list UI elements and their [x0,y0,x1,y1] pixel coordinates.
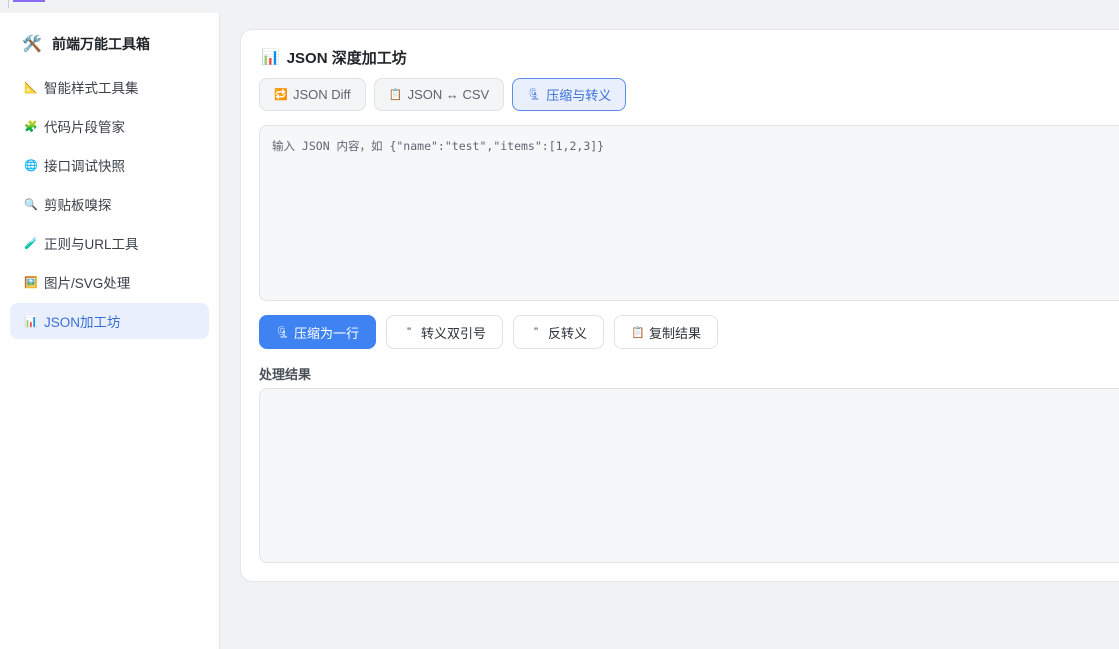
clamp-icon: 🗜 [527,89,542,101]
tab-json-csv[interactable]: 📋 JSON ↔ CSV [373,78,505,111]
page-title-text: JSON 深度加工坊 [286,49,407,67]
tab-label: JSON ↔ CSV [407,87,490,102]
app-title: 前端万能工具箱 [52,36,150,52]
sidebar-item-label: JSON加工坊 [44,315,121,330]
bar-chart-icon: 📊 [261,49,280,66]
active-window-indicator [13,0,45,2]
sidebar-item-image-svg[interactable]: 🖼️ 图片/SVG处理 [10,264,209,300]
button-label: 转义双引号 [421,325,487,341]
sidebar-item-snippets[interactable]: 🧩 代码片段管家 [10,108,209,144]
action-bar: 🗜 压缩为一行 " 转义双引号 " 反转义 📋 复制结果 [259,315,719,349]
button-label: 复制结果 [649,325,702,341]
copy-result-button[interactable]: 📋 复制结果 [614,315,719,349]
picture-icon: 🖼️ [24,276,38,289]
puzzle-icon: 🧩 [24,120,38,133]
globe-icon: 🌐 [24,159,38,172]
clipboard-icon: 📋 [631,326,645,339]
sidebar-item-label: 图片/SVG处理 [44,276,131,291]
ruler-icon: 📐 [24,81,38,94]
top-divider [8,0,9,8]
sidebar-nav: 📐 智能样式工具集 🧩 代码片段管家 🌐 接口调试快照 🔍 剪贴板嗅探 🧪 正则… [10,69,209,342]
tool-tabs: 🔁 JSON Diff 📋 JSON ↔ CSV 🗜 压缩与转义 [259,78,627,111]
unescape-button[interactable]: " 反转义 [513,315,605,349]
window-top-strip [0,0,1119,13]
sidebar-item-label: 代码片段管家 [44,120,125,135]
sidebar-item-label: 智能样式工具集 [44,81,139,96]
page-title: 📊 JSON 深度加工坊 [261,47,407,67]
sidebar-item-regex-url[interactable]: 🧪 正则与URL工具 [10,225,209,261]
button-label: 压缩为一行 [294,325,360,341]
sidebar-item-label: 剪贴板嗅探 [44,198,112,213]
json-input[interactable] [259,125,1119,301]
tab-compress-escape[interactable]: 🗜 压缩与转义 [512,78,627,111]
repeat-icon: 🔁 [274,89,288,101]
tools-icon: 🛠️ [22,36,42,53]
sidebar: 🛠️ 前端万能工具箱 📐 智能样式工具集 🧩 代码片段管家 🌐 接口调试快照 🔍… [0,13,220,649]
sidebar-item-style-tools[interactable]: 📐 智能样式工具集 [10,69,209,105]
quote-icon: " [407,326,411,338]
clipboard-icon: 📋 [388,89,403,101]
json-workshop-card: 📊 JSON 深度加工坊 🔁 JSON Diff 📋 JSON ↔ CSV 🗜 … [240,29,1119,582]
app-brand: 🛠️ 前端万能工具箱 [22,33,150,55]
result-output[interactable] [259,388,1119,563]
tab-label: JSON Diff [293,87,351,102]
sidebar-item-api-snapshot[interactable]: 🌐 接口调试快照 [10,147,209,183]
tab-label: 压缩与转义 [546,88,612,103]
bar-chart-icon: 📊 [24,315,38,328]
sidebar-item-label: 正则与URL工具 [44,237,139,252]
sidebar-item-json[interactable]: 📊 JSON加工坊 [10,303,209,339]
tab-json-diff[interactable]: 🔁 JSON Diff [259,78,366,111]
escape-quotes-button[interactable]: " 转义双引号 [386,315,504,349]
test-tube-icon: 🧪 [24,237,38,250]
sidebar-item-clipboard[interactable]: 🔍 剪贴板嗅探 [10,186,209,222]
button-label: 反转义 [548,325,588,341]
clamp-icon: 🗜 [276,326,290,339]
quote-icon: " [534,326,538,338]
magnifier-icon: 🔍 [24,198,38,211]
result-label: 处理结果 [259,367,312,382]
sidebar-item-label: 接口调试快照 [44,159,125,174]
compress-button[interactable]: 🗜 压缩为一行 [259,315,377,349]
